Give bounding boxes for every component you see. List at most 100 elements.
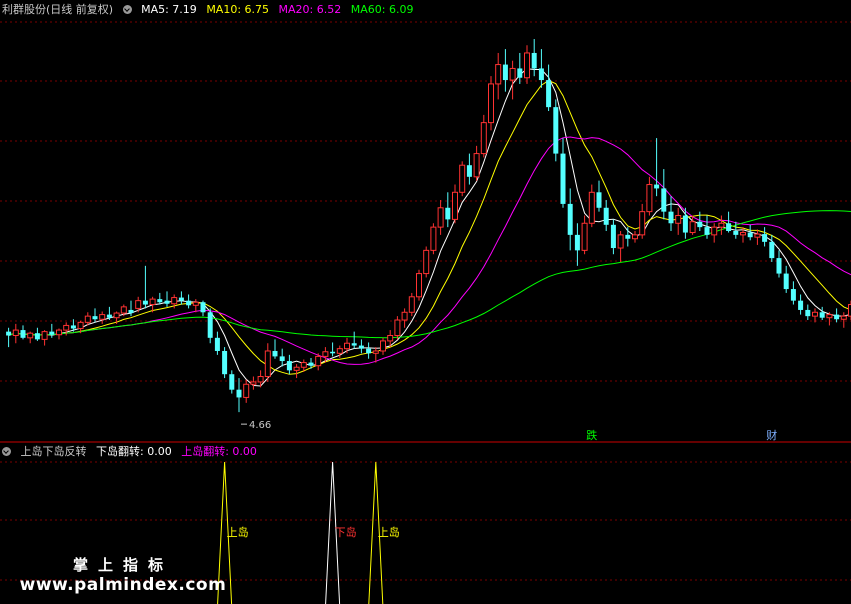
candle-up xyxy=(408,292,415,317)
ma10-label: MA10: 6.75 xyxy=(206,3,270,16)
ma20-label: MA20: 6.52 xyxy=(278,3,342,16)
candle-up xyxy=(588,184,595,228)
candle-up xyxy=(632,231,638,243)
candle-down xyxy=(805,304,811,321)
candle-down xyxy=(502,49,508,92)
candle-up xyxy=(27,331,34,344)
candle-up xyxy=(581,215,588,255)
candle-down xyxy=(538,49,544,88)
candle-up xyxy=(99,311,106,324)
stock-title: 利群股份(日线 前复权) xyxy=(2,3,114,16)
candle-down xyxy=(272,339,278,359)
candle-down xyxy=(610,219,616,255)
candle-up xyxy=(675,207,682,235)
candle-down xyxy=(769,234,775,262)
candle-down xyxy=(603,200,609,231)
candle-down xyxy=(229,370,235,394)
candle-up xyxy=(192,299,199,313)
candle-up xyxy=(617,231,624,262)
candle-down xyxy=(207,308,213,344)
candle-down xyxy=(236,378,242,413)
candle-down xyxy=(546,64,552,112)
indicator-name: 上岛下岛反转 xyxy=(20,445,87,458)
up-island-value: 上岛翻转: 0.00 xyxy=(181,445,257,458)
candle-up xyxy=(488,76,494,131)
candle-down xyxy=(726,211,732,233)
candle-down xyxy=(222,347,228,379)
candle-up xyxy=(56,328,62,340)
chart-annotations: 4.66 跌 财 xyxy=(241,420,777,442)
candle-up xyxy=(293,364,300,379)
candle-up xyxy=(826,312,833,326)
candle-up xyxy=(250,376,257,390)
candle-down xyxy=(279,348,285,367)
indicator-peak-label: 上岛 xyxy=(227,525,249,539)
candle-down xyxy=(762,227,768,247)
candle-down xyxy=(286,354,292,375)
candle-up xyxy=(380,337,386,355)
candle-down xyxy=(214,331,220,355)
candle-up xyxy=(689,215,696,235)
candle-down xyxy=(783,265,789,293)
candle-up xyxy=(416,269,422,301)
watermark-url: www.palmindex.com xyxy=(19,575,227,595)
candle-down xyxy=(466,153,472,185)
main-chart-header: 利群股份(日线 前复权) MA5: 7.19 MA10: 6.75 MA20: … xyxy=(2,2,419,18)
candle-up xyxy=(812,308,818,323)
kline-chart[interactable]: 4.66 跌 财 上岛 下岛 上岛 xyxy=(0,0,851,604)
ma5-line xyxy=(8,68,851,387)
event-marker: 跌 xyxy=(586,428,597,442)
candle-up xyxy=(243,379,250,403)
candle-down xyxy=(567,188,573,251)
candle-down xyxy=(798,294,804,315)
indicator-header: 上岛下岛反转 下岛翻转: 0.00 上岛翻转: 0.00 xyxy=(2,444,263,460)
candle-up xyxy=(264,343,271,382)
candle-up xyxy=(452,184,458,224)
candle-up xyxy=(480,114,487,158)
candle-up xyxy=(41,330,48,346)
candle-up xyxy=(711,223,718,243)
candle-down xyxy=(6,327,12,348)
down-island-value: 下岛翻转: 0.00 xyxy=(96,445,172,458)
candle-up xyxy=(459,161,466,197)
price-grid xyxy=(0,21,851,581)
candle-down xyxy=(445,192,451,228)
candle-up xyxy=(718,215,725,235)
candle-down xyxy=(790,281,796,305)
candle-up xyxy=(430,223,437,255)
watermark: 掌上指标 www.palmindex.com xyxy=(8,554,238,595)
candle-down xyxy=(560,138,566,208)
candlesticks xyxy=(6,39,851,413)
candle-up xyxy=(495,52,502,100)
candle-down xyxy=(178,291,184,305)
candle-down xyxy=(596,180,602,212)
candle-up xyxy=(394,316,401,340)
ma5-label: MA5: 7.19 xyxy=(141,3,197,16)
candle-down xyxy=(20,325,26,340)
candle-down xyxy=(366,342,372,359)
indicator-peak-label: 上岛 xyxy=(378,525,400,539)
candle-down xyxy=(200,300,206,317)
ma60-label: MA60: 6.09 xyxy=(350,3,414,16)
candle-up xyxy=(473,145,480,181)
watermark-brand: 掌上指标 xyxy=(72,556,173,574)
candle-up xyxy=(754,229,761,245)
candle-up xyxy=(344,337,350,354)
indicator-settings-circle-icon[interactable] xyxy=(2,447,11,456)
candle-down xyxy=(776,250,782,278)
candle-down xyxy=(164,291,170,307)
candle-down xyxy=(351,331,357,349)
candle-down xyxy=(517,52,523,84)
candle-down xyxy=(553,99,559,162)
candle-up xyxy=(639,203,646,239)
candle-up xyxy=(437,200,444,235)
indicator-peak-label: 下岛 xyxy=(335,525,357,539)
candle-down xyxy=(49,323,55,338)
settings-circle-icon[interactable] xyxy=(122,5,132,14)
candle-down xyxy=(330,342,336,357)
ma60-line xyxy=(8,210,851,339)
candle-up xyxy=(401,308,408,328)
candle-down xyxy=(834,308,840,323)
candle-down xyxy=(819,306,825,321)
candle-up xyxy=(646,176,653,216)
